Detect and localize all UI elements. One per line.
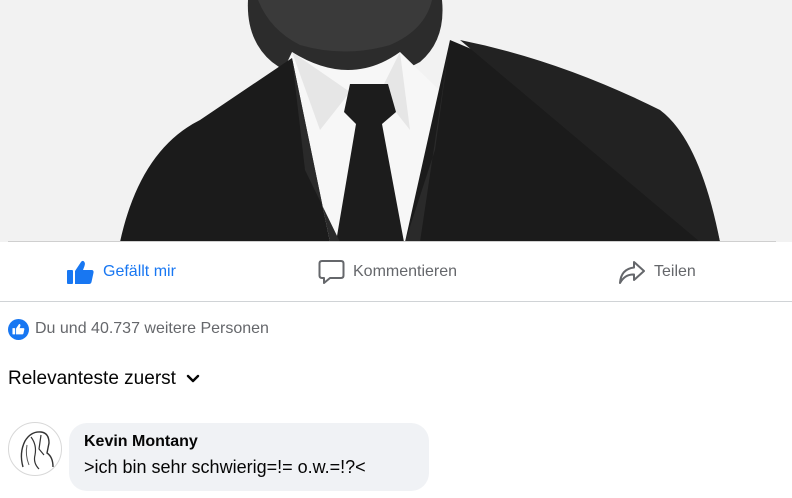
action-bar-divider: [0, 301, 792, 302]
like-label: Gefällt mir: [103, 263, 176, 280]
thumbs-up-icon: [66, 259, 95, 285]
avatar-sketch-icon: [20, 431, 54, 470]
share-button[interactable]: Teilen: [618, 243, 696, 301]
comment-button[interactable]: Kommentieren: [318, 243, 457, 301]
reactions-count-text: Du und 40.737 weitere Personen: [35, 320, 269, 337]
avatar[interactable]: [8, 422, 62, 476]
like-button[interactable]: Gefällt mir: [66, 243, 176, 301]
post-photo-drawing: [0, 0, 792, 242]
comment-author[interactable]: Kevin Montany: [84, 433, 414, 451]
post-action-bar: Gefällt mir Kommentieren Teilen: [0, 243, 792, 301]
comment-text: >ich bin sehr schwierig=!= o.w.=!?<: [84, 457, 366, 477]
reactions-summary[interactable]: Du und 40.737 weitere Personen: [8, 317, 269, 341]
comment-sort-dropdown[interactable]: Relevanteste zuerst: [8, 366, 200, 392]
share-label: Teilen: [654, 263, 696, 280]
chevron-down-icon: [186, 374, 200, 384]
comment-label: Kommentieren: [353, 263, 458, 280]
share-arrow-icon: [618, 259, 646, 285]
sort-label: Relevanteste zuerst: [8, 368, 176, 389]
comment-bubble: Kevin Montany >ich bin sehr schwierig=!=…: [69, 423, 429, 491]
speech-bubble-icon: [318, 259, 345, 285]
post-image[interactable]: [0, 0, 792, 242]
like-reaction-icon: [8, 318, 29, 340]
image-divider: [8, 241, 776, 242]
